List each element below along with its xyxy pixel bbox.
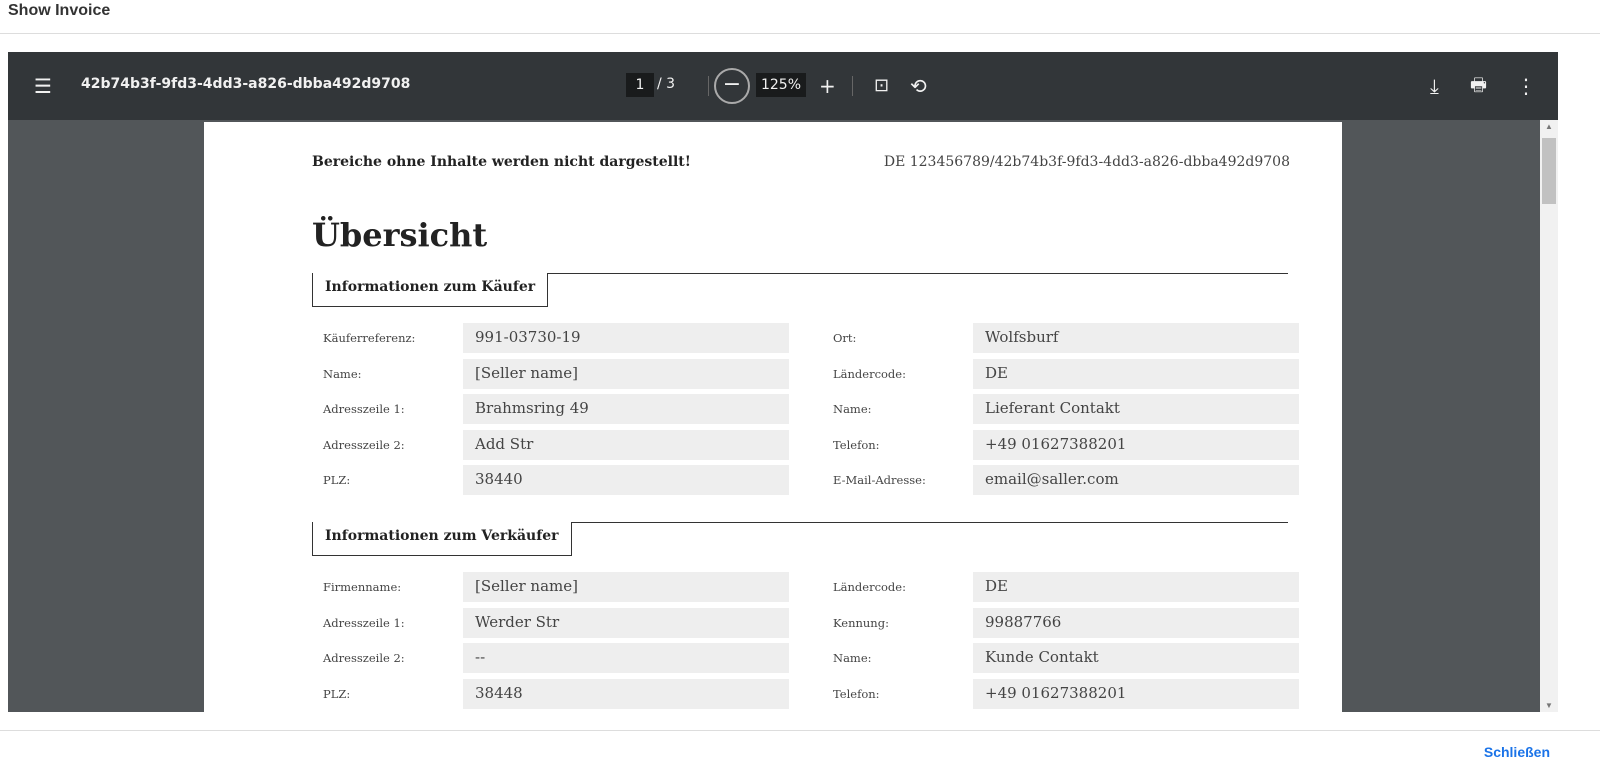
field-value: 991-03730-19 [463, 323, 789, 353]
dialog-title: Show Invoice [8, 2, 111, 19]
field-row: Telefon: +49 01627388201 [822, 678, 1312, 709]
section-title: Informationen zum Verkäufer [312, 522, 572, 556]
download-icon[interactable]: ⤓ [1430, 74, 1439, 98]
field-row: Name: [Seller name] [312, 358, 802, 389]
divider [0, 33, 1600, 34]
field-value: Lieferant Contakt [973, 394, 1299, 424]
page-title: Übersicht [312, 216, 488, 254]
field-label: Name: [323, 366, 362, 381]
pdf-viewer: ☰ 42b74b3f-9fd3-4dd3-a826-dbba492d9708 1… [8, 52, 1558, 712]
print-icon[interactable]: 🖶 [1470, 74, 1487, 98]
section-title: Informationen zum Käufer [312, 273, 549, 307]
field-value: -- [463, 643, 789, 673]
field-row: Adresszeile 1: Werder Str [312, 607, 802, 638]
field-row: E-Mail-Adresse: email@saller.com [822, 465, 1312, 495]
field-row: Ländercode: DE [822, 572, 1312, 602]
menu-icon[interactable]: ☰ [34, 74, 52, 98]
page-count: / 3 [657, 76, 676, 92]
field-row: Telefon: +49 01627388201 [822, 429, 1312, 460]
field-label: Adresszeile 1: [323, 402, 405, 416]
scrollbar-thumb[interactable] [1542, 138, 1556, 204]
separator [708, 76, 709, 96]
field-row: Käuferreferenz: 991-03730-19 [312, 323, 802, 353]
field-label: Adresszeile 1: [323, 615, 405, 630]
more-options-icon[interactable]: ⋮ [1516, 74, 1536, 98]
document-title: 42b74b3f-9fd3-4dd3-a826-dbba492d9708 [81, 76, 411, 92]
field-value: DE [973, 358, 1299, 389]
zoom-in-button[interactable]: + [819, 74, 836, 98]
note-text: Bereiche ohne Inhalte werden nicht darge… [312, 154, 691, 170]
field-label: Ort: [833, 331, 857, 345]
field-value: 38440 [463, 465, 789, 495]
field-value: 38448 [463, 678, 789, 709]
invoice-reference: DE 123456789/42b74b3f-9fd3-4dd3-a826-dbb… [883, 154, 1290, 170]
field-label: Adresszeile 2: [323, 651, 405, 665]
field-row: Kennung: 99887766 [822, 607, 1312, 638]
pdf-toolbar: ☰ 42b74b3f-9fd3-4dd3-a826-dbba492d9708 1… [8, 52, 1558, 120]
field-value: Add Str [463, 429, 789, 460]
zoom-level-input[interactable]: 125% [756, 73, 806, 97]
field-label: Ländercode: [833, 366, 906, 381]
field-row: Name: Kunde Contakt [822, 643, 1312, 673]
scroll-down-icon[interactable]: ▼ [1540, 701, 1558, 710]
field-value: Werder Str [463, 607, 789, 638]
field-label: Name: [833, 651, 872, 665]
field-label: PLZ: [323, 686, 351, 701]
close-button[interactable]: Schließen [1484, 744, 1550, 760]
field-label: Firmenname: [323, 580, 402, 594]
field-row: Ort: Wolfsburf [822, 323, 1312, 353]
scroll-up-icon[interactable]: ▲ [1540, 122, 1558, 131]
divider [0, 730, 1600, 731]
field-value: Wolfsburf [973, 323, 1299, 353]
field-label: E-Mail-Adresse: [833, 473, 926, 487]
field-value: Brahmsring 49 [463, 394, 789, 424]
field-label: PLZ: [323, 473, 351, 487]
field-label: Adresszeile 2: [323, 437, 405, 452]
field-row: PLZ: 38440 [312, 465, 802, 495]
zoom-out-button[interactable]: − [714, 68, 750, 104]
field-row: Firmenname: [Seller name] [312, 572, 802, 602]
field-label: Käuferreferenz: [323, 331, 416, 345]
field-row: PLZ: 38448 [312, 678, 802, 709]
field-row: Adresszeile 2: Add Str [312, 429, 802, 460]
field-value: [Seller name] [463, 572, 789, 602]
field-value: 99887766 [973, 607, 1299, 638]
field-label: Ländercode: [833, 580, 906, 594]
separator [852, 76, 853, 96]
field-value: DE [973, 572, 1299, 602]
field-value: +49 01627388201 [973, 678, 1299, 709]
field-row: Ländercode: DE [822, 358, 1312, 389]
fit-page-icon[interactable]: ⊡ [874, 74, 889, 98]
scrollbar[interactable]: ▲ ▼ [1540, 120, 1558, 712]
field-value: [Seller name] [463, 358, 789, 389]
field-row: Adresszeile 1: Brahmsring 49 [312, 394, 802, 424]
field-value: email@saller.com [973, 465, 1299, 495]
field-value: +49 01627388201 [973, 429, 1299, 460]
field-label: Telefon: [833, 686, 880, 701]
field-row: Adresszeile 2: -- [312, 643, 802, 673]
field-row: Name: Lieferant Contakt [822, 394, 1312, 424]
field-value: Kunde Contakt [973, 643, 1299, 673]
page-number-input[interactable]: 1 [626, 73, 654, 97]
field-label: Name: [833, 402, 872, 416]
rotate-icon[interactable]: ⟲ [910, 74, 927, 98]
field-label: Telefon: [833, 437, 880, 452]
pdf-page: Bereiche ohne Inhalte werden nicht darge… [204, 122, 1342, 712]
field-label: Kennung: [833, 615, 889, 630]
